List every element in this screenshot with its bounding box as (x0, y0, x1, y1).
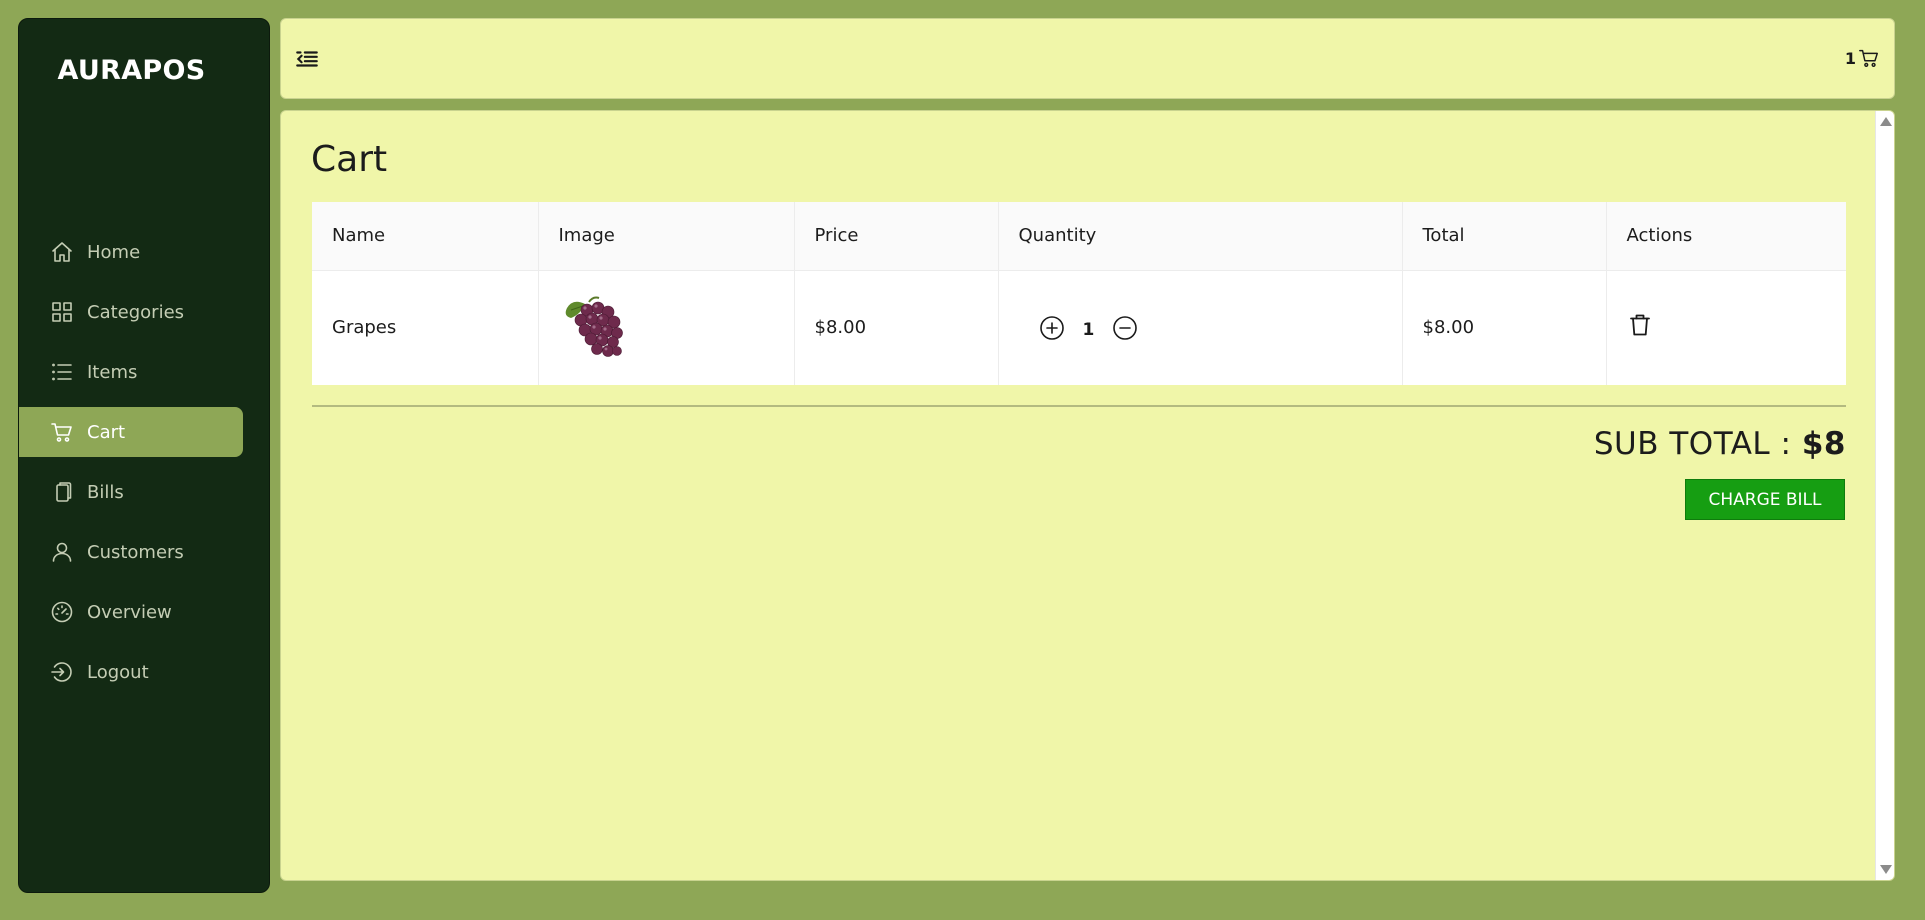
item-price: $8.00 (794, 270, 999, 385)
home-icon (49, 239, 75, 265)
item-image-cell (538, 270, 795, 385)
column-header-total: Total (1402, 202, 1607, 271)
page-title: Cart (311, 139, 388, 180)
subtotal-label: SUB TOTAL : (1593, 426, 1802, 462)
header-cart-button[interactable]: 1 (1845, 47, 1880, 69)
sidebar-menu: Home Categories Items Cart Bills Custome… (19, 227, 245, 707)
app-logo: AURAPOS (57, 55, 206, 86)
user-icon (49, 539, 75, 565)
item-name: Grapes (312, 270, 539, 385)
copy-icon (49, 479, 75, 505)
grid-icon (49, 299, 75, 325)
column-header-image: Image (538, 202, 795, 271)
table-row: Grapes $8.00 1 $8.00 (312, 270, 1846, 385)
column-header-quantity: Quantity (998, 202, 1403, 271)
sidebar-item-bills[interactable]: Bills (19, 467, 245, 517)
sidebar-item-label: Cart (87, 421, 126, 443)
cart-count-badge: 1 (1844, 48, 1856, 68)
vertical-scrollbar[interactable] (1875, 111, 1894, 880)
charge-bill-button[interactable]: CHARGE BILL (1685, 479, 1845, 520)
cart-icon (1859, 49, 1878, 67)
sidebar-item-label: Categories (87, 301, 185, 323)
sidebar-item-label: Bills (87, 481, 124, 503)
cart-table: Name Image Price Quantity Total Actions … (312, 202, 1846, 385)
main-panel: Cart Name Image Price Quantity Total Act… (280, 110, 1895, 881)
sidebar-collapse-icon[interactable] (293, 45, 321, 73)
sidebar-item-label: Customers (87, 541, 184, 563)
grapes-image (565, 296, 623, 357)
item-quantity-cell: 1 (998, 270, 1403, 385)
top-bar: 1 (280, 18, 1895, 99)
logout-icon (49, 659, 75, 685)
sidebar-item-label: Items (87, 361, 138, 383)
scroll-up-icon[interactable] (1880, 117, 1892, 126)
scroll-down-icon[interactable] (1880, 865, 1892, 874)
cart-icon (49, 419, 75, 445)
column-header-actions: Actions (1606, 202, 1846, 271)
subtotal-value: $8 (1801, 426, 1846, 462)
sidebar: AURAPOS Home Categories Items Cart Bills… (18, 18, 270, 893)
sidebar-item-label: Overview (87, 601, 172, 623)
subtotal: SUB TOTAL : $8 (1594, 426, 1846, 462)
item-total: $8.00 (1402, 270, 1607, 385)
sidebar-item-overview[interactable]: Overview (19, 587, 245, 637)
sidebar-item-cart[interactable]: Cart (19, 407, 243, 457)
sidebar-item-logout[interactable]: Logout (19, 647, 245, 697)
column-header-price: Price (794, 202, 999, 271)
divider (312, 405, 1846, 407)
column-header-name: Name (312, 202, 539, 271)
sidebar-item-categories[interactable]: Categories (19, 287, 245, 337)
item-actions-cell (1606, 270, 1846, 385)
sidebar-item-items[interactable]: Items (19, 347, 245, 397)
list-icon (49, 359, 75, 385)
sidebar-item-label: Home (87, 241, 141, 263)
speedometer-icon (49, 599, 75, 625)
table-header-row: Name Image Price Quantity Total Actions (312, 202, 1846, 271)
sidebar-item-customers[interactable]: Customers (19, 527, 245, 577)
plus-circle-icon[interactable] (1039, 315, 1065, 341)
sidebar-item-label: Logout (87, 661, 149, 683)
sidebar-item-home[interactable]: Home (19, 227, 245, 277)
quantity-stepper: 1 (1019, 315, 1401, 341)
trash-icon[interactable] (1627, 312, 1653, 338)
minus-circle-icon[interactable] (1112, 315, 1138, 341)
quantity-value: 1 (1082, 319, 1095, 340)
